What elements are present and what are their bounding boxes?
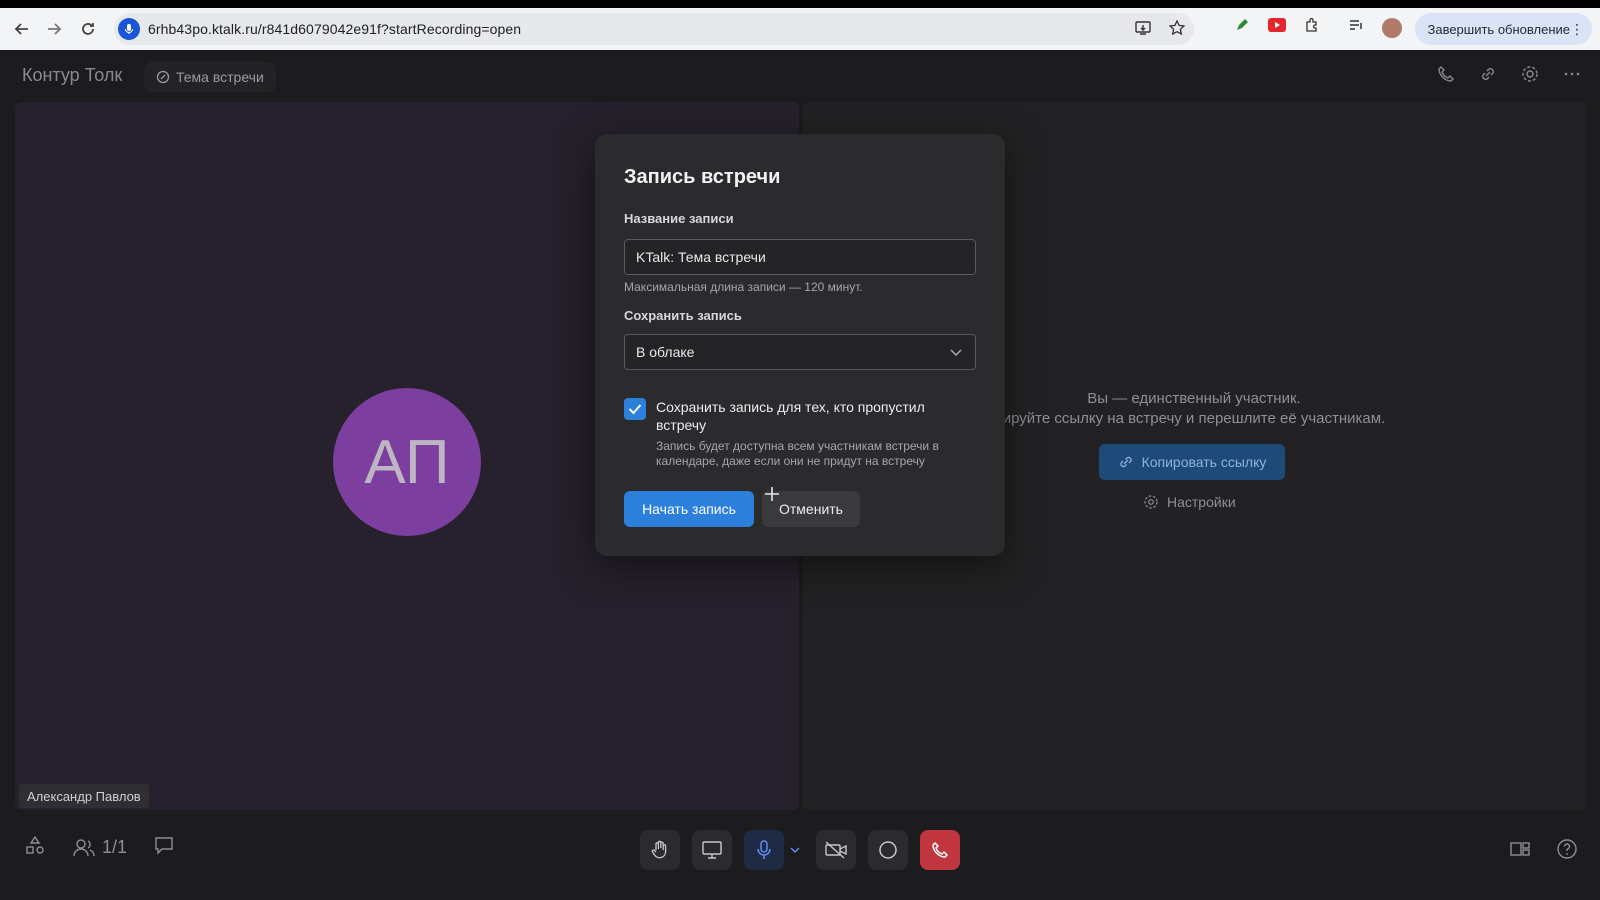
link-icon — [1119, 456, 1132, 468]
copy-link-label: Копировать ссылку — [1141, 454, 1267, 470]
camera-off-icon — [825, 841, 847, 859]
phone-icon[interactable] — [1436, 64, 1456, 89]
dialog-title: Запись встречи — [624, 166, 781, 188]
monitor-icon — [702, 841, 722, 859]
layout-icon[interactable] — [1508, 838, 1532, 865]
install-icon[interactable] — [1134, 19, 1152, 42]
topic-icon — [156, 70, 170, 84]
settings-link[interactable]: Настройки — [1143, 490, 1236, 514]
forward-icon[interactable] — [38, 13, 70, 45]
url-text: 6rhb43po.ktalk.ru/r841d6079042e91f?start… — [148, 21, 522, 37]
avatar: АП — [333, 388, 481, 536]
screen: 6rhb43po.ktalk.ru/r841d6079042e91f?start… — [0, 8, 1600, 900]
meeting-topic-chip[interactable]: Тема встречи — [144, 62, 276, 92]
participants-button[interactable]: 1/1 — [72, 837, 127, 859]
microphone-button[interactable] — [744, 830, 784, 870]
microphone-icon[interactable] — [118, 18, 140, 40]
settings-label: Настройки — [1167, 494, 1236, 510]
people-icon — [73, 838, 95, 856]
microphone-icon — [757, 840, 771, 859]
participant-name: Александр Павлов — [19, 784, 149, 808]
checkbox-description: Запись будет доступна всем участникам вс… — [656, 439, 939, 468]
app-header: Контур Толк Тема встречи — [0, 50, 1600, 102]
participants-count: 1/1 — [102, 837, 128, 857]
raise-hand-button[interactable] — [640, 830, 680, 870]
update-button[interactable]: Завершить обновление ⋮ — [1415, 13, 1592, 45]
hangup-button[interactable] — [920, 830, 960, 870]
update-button-label: Завершить обновление — [1427, 21, 1570, 37]
extensions-icon[interactable] — [1304, 17, 1320, 38]
phone-icon — [932, 841, 949, 858]
checkmark-icon — [628, 404, 642, 415]
cursor-icon — [765, 487, 779, 501]
youtube-icon[interactable] — [1268, 18, 1286, 37]
max-length-hint: Максимальная длина записи — 120 минут. — [624, 280, 863, 294]
recording-dialog: Запись встречи Название записи KTalk: Те… — [595, 134, 1005, 556]
back-icon[interactable] — [6, 13, 38, 45]
reload-icon[interactable] — [72, 13, 104, 45]
chevron-down-icon[interactable] — [786, 830, 804, 870]
record-button[interactable] — [868, 830, 908, 870]
playlist-icon[interactable] — [1348, 17, 1364, 38]
screen-share-button[interactable] — [692, 830, 732, 870]
browser-toolbar: 6rhb43po.ktalk.ru/r841d6079042e91f?start… — [0, 8, 1600, 50]
copy-link-button[interactable]: Копировать ссылку — [1099, 444, 1285, 480]
chat-icon[interactable] — [153, 834, 175, 861]
gear-icon — [1144, 495, 1158, 509]
profile-avatar[interactable] — [1382, 17, 1402, 38]
save-location-select[interactable]: В облаке — [624, 334, 976, 370]
shapes-icon[interactable] — [24, 834, 46, 861]
star-icon[interactable] — [1168, 19, 1186, 42]
more-options-icon[interactable] — [1562, 64, 1582, 89]
save-location-value: В облаке — [636, 344, 695, 360]
link-icon[interactable] — [1478, 64, 1498, 89]
checkbox-label: Сохранить запись для тех, кто пропустил … — [656, 399, 925, 433]
recording-name-value: KTalk: Тема встречи — [636, 249, 766, 265]
gear-icon[interactable] — [1520, 64, 1540, 89]
control-bar: 1/1 — [0, 816, 1600, 900]
help-icon[interactable] — [1556, 838, 1578, 865]
recording-name-input[interactable]: KTalk: Тема встречи — [624, 239, 976, 275]
recording-name-label: Название записи — [624, 211, 734, 226]
chevron-down-icon — [949, 345, 963, 362]
hand-icon — [651, 840, 667, 859]
address-bar[interactable]: 6rhb43po.ktalk.ru/r841d6079042e91f?start… — [114, 13, 1194, 45]
meeting-topic: Тема встречи — [176, 69, 264, 85]
save-for-missed-checkbox[interactable] — [624, 398, 646, 420]
brand-logo[interactable]: Контур Толк — [22, 65, 122, 86]
camera-button[interactable] — [816, 830, 856, 870]
save-location-label: Сохранить запись — [624, 308, 742, 323]
pen-icon[interactable] — [1234, 17, 1250, 38]
start-recording-button[interactable]: Начать запись — [624, 491, 754, 527]
record-icon — [879, 841, 897, 859]
more-icon[interactable]: ⋮ — [1570, 21, 1584, 38]
